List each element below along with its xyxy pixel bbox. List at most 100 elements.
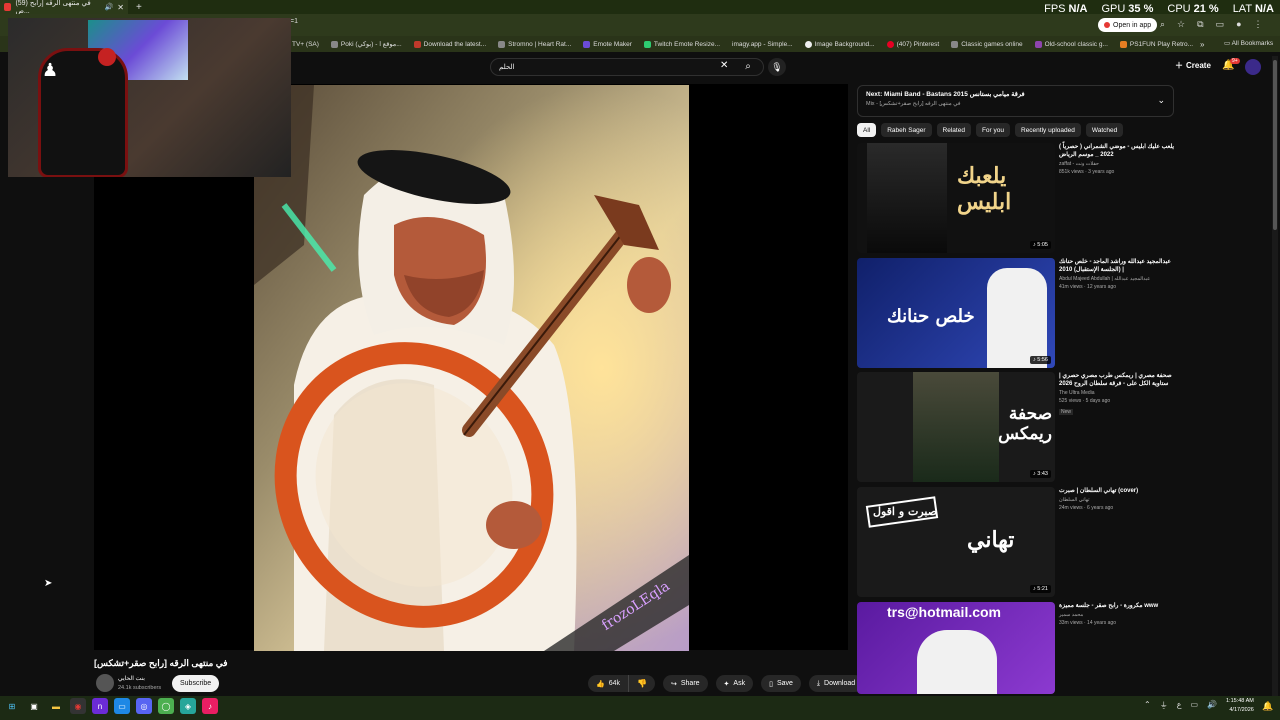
tab-search-icon[interactable]: ▭ [1216,19,1225,30]
duration-text: 5:05 [1037,242,1048,248]
profile-icon[interactable]: ● [1236,19,1241,30]
channel-name[interactable]: بنت الحايي [118,675,145,682]
close-tab-icon[interactable]: ✕ [117,3,124,12]
more-bookmarks-button[interactable]: » [1200,40,1204,49]
recommendation-title[interactable]: عبدالمجيد عبدالله وراشد الماجد - خلص حنا… [1059,258,1179,274]
recommendation-channel[interactable]: The Ultra Media [1059,390,1179,396]
speaker-icon[interactable]: 🔊 [105,3,114,11]
zoom-icon[interactable]: ⌕ [1160,19,1165,30]
recommendation-channel[interactable]: Abdul Majeed Abdullah | عبدالمجيد عبدالل… [1059,276,1179,282]
recommendation-item[interactable]: trs@hotmail.com مكرورة - رابح صقر - جلسة… [857,602,1177,694]
bookmark[interactable]: imagy.app - Simple... [732,41,793,48]
recommendation-title[interactable]: يلعب عليك ابليس - موضي الشمراني ( حصرياً… [1059,143,1179,159]
recommendation-thumbnail[interactable]: صبرت و اقول تهاني ♪ 5:21 [857,487,1055,597]
recommendation-channel[interactable]: تهاني السلطان [1059,497,1179,503]
bookmark[interactable]: Stromno | Heart Rat... [498,40,571,48]
scrollbar-thumb[interactable] [1273,60,1277,230]
language-icon[interactable]: ع [1177,700,1182,711]
bookmark-label: Old-school classic g... [1044,40,1108,48]
mix-panel[interactable]: Next: Miami Band - Bastans فرقة ميامي بس… [857,85,1174,117]
chip-for-you[interactable]: For you [975,123,1010,137]
recommendation-thumbnail[interactable]: trs@hotmail.com [857,602,1055,694]
network-icon[interactable]: ▭ [1190,700,1198,711]
recommendation-title[interactable]: مكرورة - رابح صقر - جلسة مميزة www [1059,602,1179,610]
chip-watched[interactable]: Watched [1085,123,1124,137]
like-button[interactable]: 👍 64k [588,675,630,692]
search-icon[interactable]: ⌕ [738,58,758,76]
recommendation-title[interactable]: صحفة مصري | ريمكس طرب مصري حصري | ستاوية… [1059,372,1179,388]
recommendation-thumbnail[interactable]: يلعبك ابليس ♪ 5:05 [857,143,1055,253]
tiktok-icon[interactable]: ♪ [202,698,218,714]
bookmark[interactable]: Poki (بوكي) - موقع ا... [330,40,402,48]
recommendation-title[interactable]: تهاني السلطان | صبرت (cover) [1059,487,1179,495]
create-button[interactable]: ＋ Create [1175,60,1211,71]
recommendation-channel[interactable]: محمد سمير [1059,612,1179,618]
dislike-button[interactable]: 👎 [629,679,655,688]
mouse-cursor-icon: ➤ [44,578,53,589]
chip-rabeh-sager[interactable]: Rabeh Sager [881,123,932,137]
url-field[interactable]: =1 [290,18,1090,32]
singer-image [867,143,947,253]
recommendation-item[interactable]: خلص حنانك ♪ 5:56 عبدالمجيد عبدالله وراشد… [857,258,1177,368]
recommendation-item[interactable]: صبرت و اقول تهاني ♪ 5:21 تهاني السلطان |… [857,487,1177,597]
recommendation-item[interactable]: يلعبك ابليس ♪ 5:05 يلعب عليك ابليس - موض… [857,143,1177,253]
bookmark[interactable]: Classic games online [951,40,1023,48]
bookmark-label: Emote Maker [593,40,632,48]
bookmark[interactable]: Download the latest... [413,40,486,48]
open-in-app-button[interactable]: Open in app [1098,18,1158,32]
save-button[interactable]: ▯ Save [761,675,801,692]
notification-center-icon[interactable]: 🔔 [1262,701,1273,712]
bookmark[interactable]: TV+ (SA) [292,41,319,48]
obs-icon[interactable]: ◈ [180,698,196,714]
video-frame[interactable]: frozoLEqla [254,85,689,651]
discord-icon[interactable]: ◎ [136,698,152,714]
new-tab-button[interactable]: + [136,2,142,13]
clear-search-icon[interactable]: ✕ [720,60,728,71]
bookmark[interactable]: (407) Pinterest [886,40,939,48]
bookmark[interactable]: Old-school classic g... [1034,40,1108,48]
recommendation-views: 24m views · 6 years ago [1059,505,1114,511]
xbox-icon[interactable]: ◯ [158,698,174,714]
share-button[interactable]: ↪ Share [662,675,708,692]
bookmark-label: Image Background... [814,40,875,48]
all-bookmarks-button[interactable]: ▭ All Bookmarks [1224,39,1273,47]
chrome-icon[interactable]: ◉ [70,698,86,714]
bookmark-label: imagy.app - Simple... [732,40,793,48]
recommendation-channel[interactable]: zaffat - حفلات ونت [1059,161,1179,167]
chip-related[interactable]: Related [936,123,971,137]
bookmark[interactable]: PS1FUN Play Retro... [1119,40,1193,48]
extensions-icon[interactable]: ⧉ [1197,19,1203,30]
download-button[interactable]: ⤓ Download [808,675,864,692]
recommendation-thumbnail[interactable]: صحفة ريمكس ♪ 3:43 [857,372,1055,482]
menu-icon[interactable]: ⋮ [1254,19,1263,30]
microphone-icon[interactable]: 🎙 [768,58,786,76]
channel-avatar[interactable] [96,674,114,692]
windows-start-icon[interactable]: ⊞ [4,698,20,714]
ask-button[interactable]: ✦ Ask [715,675,754,692]
page-scrollbar[interactable] [1272,56,1278,696]
account-avatar[interactable] [1245,59,1261,75]
chevron-up-icon[interactable]: ⌃ [1144,700,1151,711]
duration-badge: ♪ 5:21 [1030,585,1051,593]
recommendation-views: 33m views · 14 years ago [1059,620,1116,626]
mic-tray-icon[interactable]: ⏚ [1160,700,1168,711]
chevron-down-icon[interactable]: ⌄ [1157,95,1165,106]
terminal-icon[interactable]: ▭ [114,698,130,714]
app-icon[interactable]: n [92,698,108,714]
system-clock[interactable]: 1:15:48 AM 4/17/2026 [1226,697,1254,715]
bookmark[interactable]: Twitch Emote Resize... [643,40,720,48]
subscribe-button[interactable]: Subscribe [172,675,220,692]
recommendation-item[interactable]: صحفة ريمكس ♪ 3:43 صحفة مصري | ريمكس طرب … [857,372,1177,482]
bookmark[interactable]: Emote Maker [583,40,632,48]
bookmark[interactable]: Image Background... [804,40,875,48]
file-explorer-icon[interactable]: ▬ [48,698,64,714]
chip-recently-uploaded[interactable]: Recently uploaded [1015,123,1081,137]
search-query: الحلم [499,64,515,71]
chip-all[interactable]: All [857,123,877,137]
thumbs-down-icon: 👎 [637,679,647,688]
recommendation-thumbnail[interactable]: خلص حنانك ♪ 5:56 [857,258,1055,368]
browser-tab[interactable]: (59) في منتهى الرقه [رابح ص... 🔊 ✕ [0,0,128,15]
volume-icon[interactable]: 🔊 [1207,700,1217,711]
task-view-icon[interactable]: ▣ [26,698,42,714]
star-icon[interactable]: ☆ [1177,19,1185,30]
